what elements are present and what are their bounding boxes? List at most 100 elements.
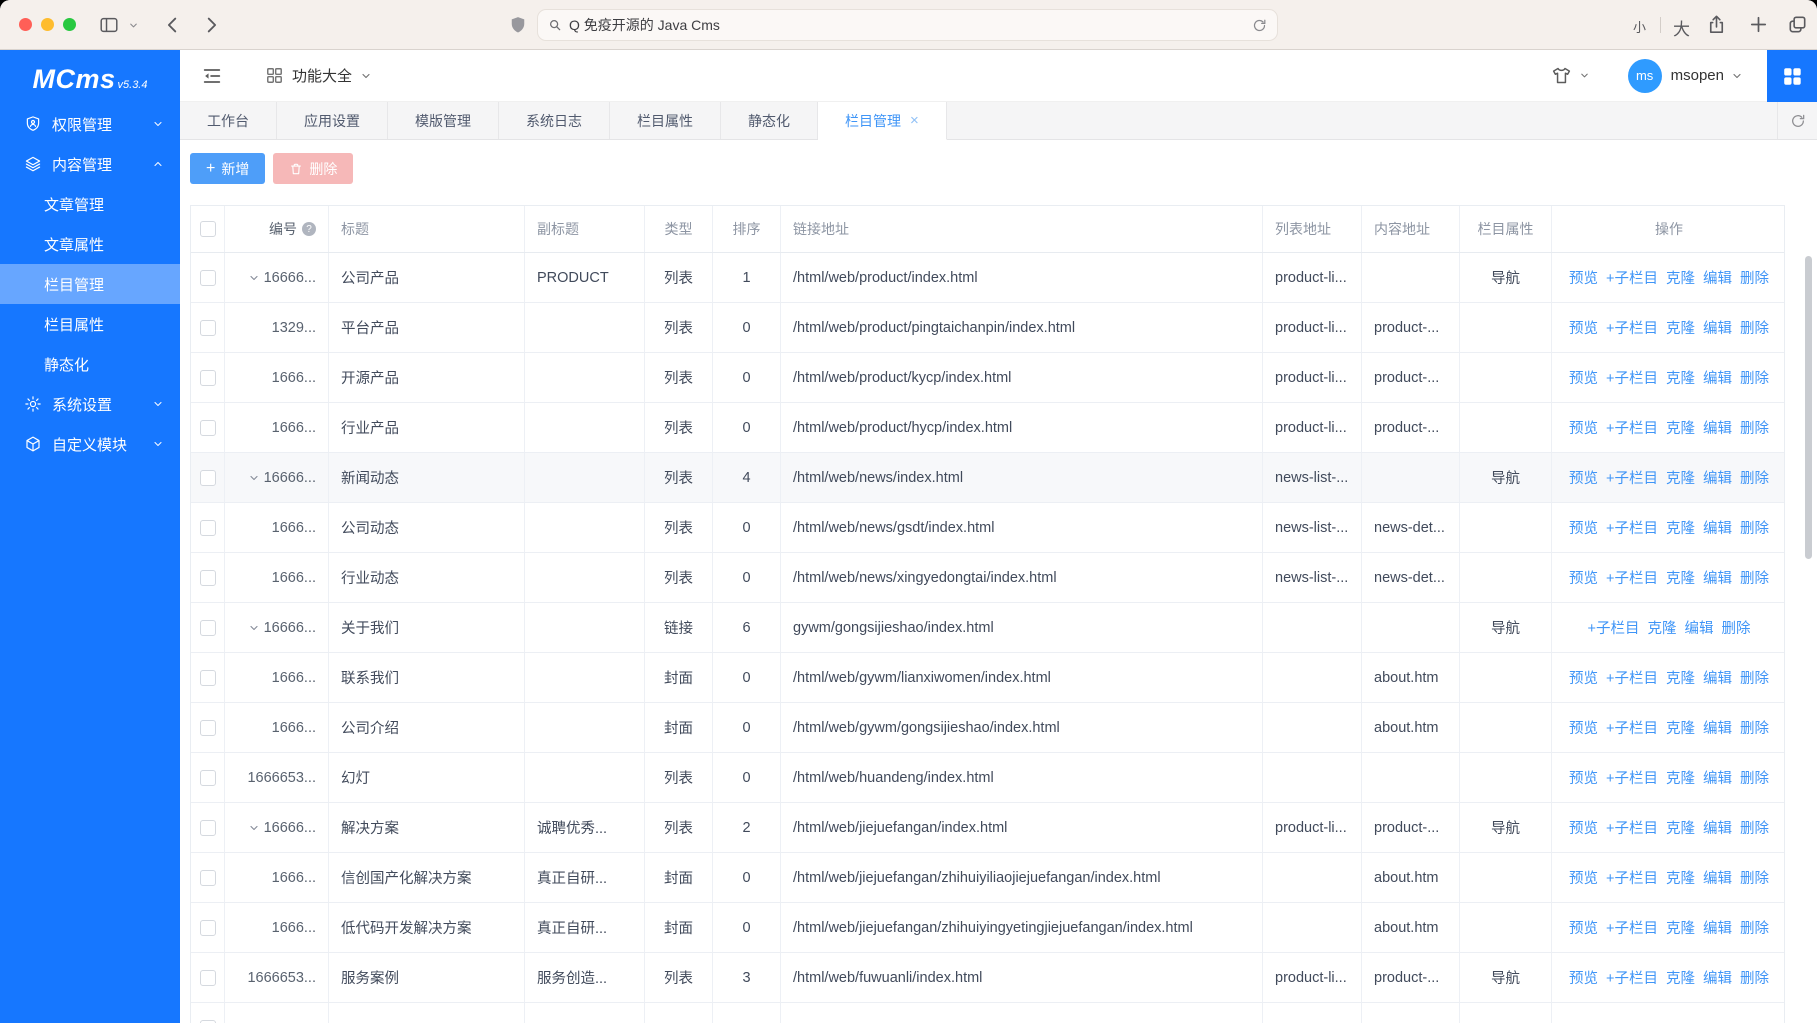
op-preview-link[interactable]: 预览 [1569, 717, 1598, 738]
op-edit-link[interactable]: 编辑 [1703, 467, 1732, 488]
row-checkbox[interactable] [200, 270, 216, 286]
row-checkbox[interactable] [200, 620, 216, 636]
zoom-window-button[interactable] [63, 18, 76, 31]
row-checkbox[interactable] [200, 370, 216, 386]
add-button[interactable]: + 新增 [190, 153, 265, 184]
op-delete-link[interactable]: 删除 [1740, 417, 1769, 438]
op-preview-link[interactable]: 预览 [1569, 517, 1598, 538]
row-checkbox[interactable] [200, 870, 216, 886]
op-delete-link[interactable]: 删除 [1740, 667, 1769, 688]
op-preview-link[interactable]: 预览 [1569, 667, 1598, 688]
op-clone-link[interactable]: 克隆 [1666, 967, 1695, 988]
op-edit-link[interactable]: 编辑 [1684, 617, 1713, 638]
tab-app-settings[interactable]: 应用设置 [277, 102, 388, 139]
font-larger-button[interactable]: 大 [1673, 15, 1690, 40]
row-checkbox[interactable] [200, 820, 216, 836]
op-preview-link[interactable]: 预览 [1569, 917, 1598, 938]
op-preview-link[interactable]: 预览 [1569, 417, 1598, 438]
op-add-child-link[interactable]: +子栏目 [1606, 817, 1658, 838]
chevron-down-icon[interactable] [128, 20, 139, 31]
op-preview-link[interactable]: 预览 [1569, 567, 1598, 588]
tab-system-log[interactable]: 系统日志 [499, 102, 610, 139]
reload-icon[interactable] [1252, 18, 1267, 33]
font-smaller-button[interactable]: 小 [1633, 17, 1646, 36]
op-add-child-link[interactable]: +子栏目 [1606, 567, 1658, 588]
op-clone-link[interactable]: 克隆 [1666, 567, 1695, 588]
tab-template-mgmt[interactable]: 模版管理 [388, 102, 499, 139]
op-clone-link[interactable]: 克隆 [1666, 417, 1695, 438]
row-checkbox[interactable] [200, 470, 216, 486]
address-bar[interactable]: Q 免疫开源的 Java Cms [537, 9, 1278, 41]
op-delete-link[interactable]: 删除 [1740, 567, 1769, 588]
row-checkbox[interactable] [200, 970, 216, 986]
minimize-window-button[interactable] [41, 18, 54, 31]
op-edit-link[interactable]: 编辑 [1703, 717, 1732, 738]
tab-column-attr[interactable]: 栏目属性 [610, 102, 721, 139]
delete-button[interactable]: 删除 [273, 153, 353, 184]
op-clone-link[interactable]: 克隆 [1666, 767, 1695, 788]
vertical-scrollbar[interactable] [1805, 256, 1812, 559]
row-checkbox[interactable] [200, 320, 216, 336]
op-edit-link[interactable]: 编辑 [1703, 767, 1732, 788]
op-delete-link[interactable]: 删除 [1740, 917, 1769, 938]
op-delete-link[interactable]: 删除 [1740, 317, 1769, 338]
sidebar-item-article-mgmt[interactable]: 文章管理 [0, 184, 180, 224]
op-preview-link[interactable]: 预览 [1569, 317, 1598, 338]
chevron-down-icon[interactable] [1731, 70, 1743, 82]
op-add-child-link[interactable]: +子栏目 [1606, 367, 1658, 388]
op-edit-link[interactable]: 编辑 [1703, 267, 1732, 288]
op-delete-link[interactable]: 删除 [1740, 267, 1769, 288]
op-edit-link[interactable]: 编辑 [1703, 917, 1732, 938]
tab-refresh-button[interactable] [1777, 102, 1817, 139]
close-icon[interactable]: × [910, 113, 919, 128]
op-edit-link[interactable]: 编辑 [1703, 417, 1732, 438]
op-clone-link[interactable]: 克隆 [1666, 367, 1695, 388]
op-edit-link[interactable]: 编辑 [1703, 867, 1732, 888]
op-clone-link[interactable]: 克隆 [1666, 917, 1695, 938]
op-clone-link[interactable]: 克隆 [1666, 667, 1695, 688]
row-checkbox[interactable] [200, 720, 216, 736]
apps-button[interactable] [1767, 50, 1817, 102]
op-add-child-link[interactable]: +子栏目 [1606, 467, 1658, 488]
back-button[interactable] [162, 14, 184, 36]
op-add-child-link[interactable]: +子栏目 [1606, 967, 1658, 988]
op-add-child-link[interactable]: +子栏目 [1606, 867, 1658, 888]
op-edit-link[interactable]: 编辑 [1703, 317, 1732, 338]
op-edit-link[interactable]: 编辑 [1703, 567, 1732, 588]
row-checkbox[interactable] [200, 520, 216, 536]
op-delete-link[interactable]: 删除 [1740, 967, 1769, 988]
op-preview-link[interactable]: 预览 [1569, 867, 1598, 888]
op-delete-link[interactable]: 删除 [1721, 617, 1750, 638]
op-delete-link[interactable]: 删除 [1740, 517, 1769, 538]
sidebar-item-article-attr[interactable]: 文章属性 [0, 224, 180, 264]
browser-sidebar-toggle-icon[interactable] [98, 14, 120, 36]
op-clone-link[interactable]: 克隆 [1666, 317, 1695, 338]
op-add-child-link[interactable]: +子栏目 [1606, 317, 1658, 338]
op-clone-link[interactable]: 克隆 [1666, 867, 1695, 888]
op-preview-link[interactable]: 预览 [1569, 967, 1598, 988]
app-menu[interactable]: 功能大全 [265, 65, 372, 86]
help-icon[interactable]: ? [302, 222, 316, 236]
sidebar-item-column-mgmt[interactable]: 栏目管理 [0, 264, 180, 304]
op-add-child-link[interactable]: +子栏目 [1606, 917, 1658, 938]
op-delete-link[interactable]: 删除 [1740, 817, 1769, 838]
op-delete-link[interactable]: 删除 [1740, 717, 1769, 738]
row-checkbox[interactable] [200, 570, 216, 586]
forward-button[interactable] [200, 14, 222, 36]
op-clone-link[interactable]: 克隆 [1666, 817, 1695, 838]
new-tab-icon[interactable] [1747, 13, 1770, 36]
row-checkbox[interactable] [200, 920, 216, 936]
op-edit-link[interactable]: 编辑 [1703, 667, 1732, 688]
op-edit-link[interactable]: 编辑 [1703, 817, 1732, 838]
op-add-child-link[interactable]: +子栏目 [1606, 667, 1658, 688]
sidebar-item-column-attr[interactable]: 栏目属性 [0, 304, 180, 344]
op-add-child-link[interactable]: +子栏目 [1606, 717, 1658, 738]
op-preview-link[interactable]: 预览 [1569, 367, 1598, 388]
tab-workbench[interactable]: 工作台 [180, 102, 277, 139]
op-add-child-link[interactable]: +子栏目 [1606, 517, 1658, 538]
op-clone-link[interactable]: 克隆 [1666, 517, 1695, 538]
select-all-checkbox[interactable] [200, 221, 216, 237]
op-clone-link[interactable]: 克隆 [1666, 267, 1695, 288]
op-preview-link[interactable]: 预览 [1569, 817, 1598, 838]
op-edit-link[interactable]: 编辑 [1703, 517, 1732, 538]
